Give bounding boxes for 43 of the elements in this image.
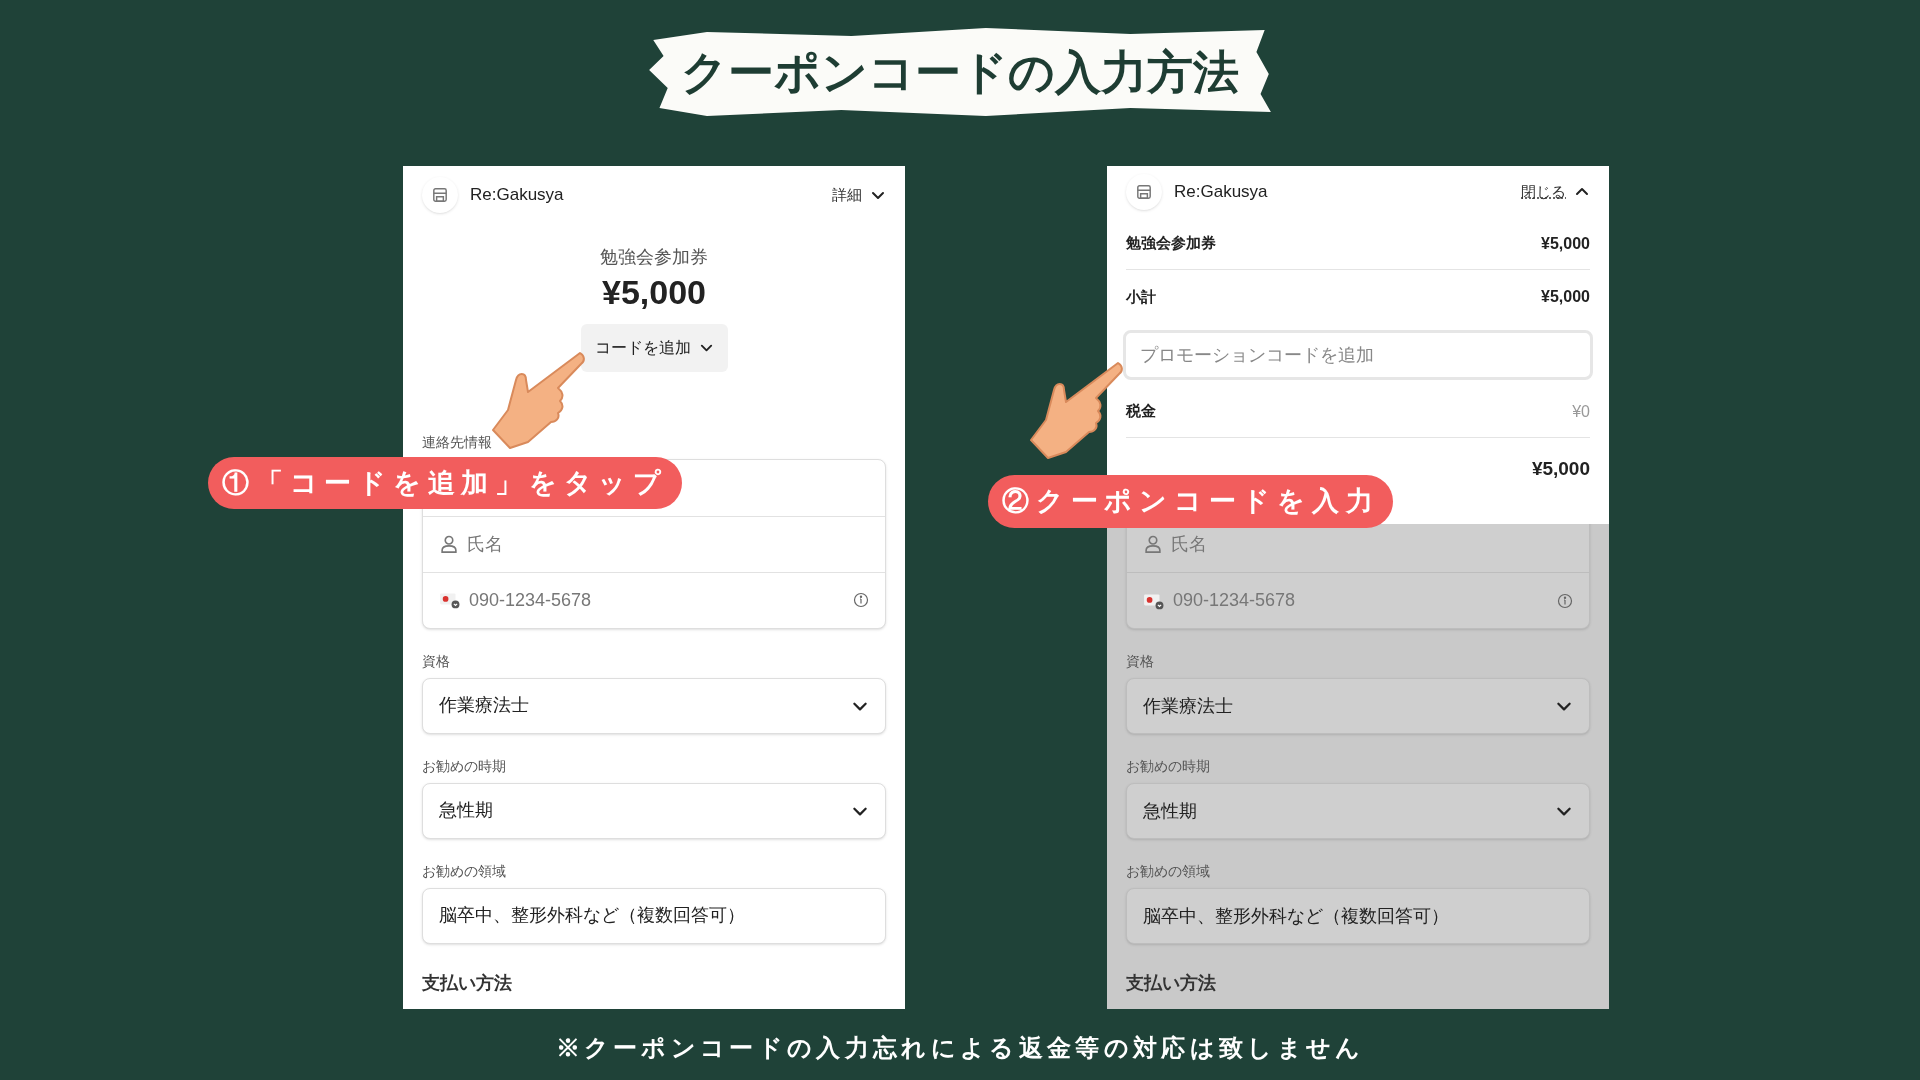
field-label: お勧めの領域 xyxy=(422,861,507,881)
summary-amount: ¥0 xyxy=(1572,401,1590,422)
promo-code-field[interactable]: プロモーションコードを追加 xyxy=(1123,330,1593,380)
summary-amount: ¥5,000 xyxy=(1541,287,1590,307)
info-icon xyxy=(1557,592,1573,609)
summary-amount: ¥5,000 xyxy=(1541,233,1590,254)
text-field[interactable]: 脳卒中、整形外科など（複数回答可） xyxy=(1126,888,1590,944)
select-field[interactable]: 作業療法士 xyxy=(422,677,886,734)
person-icon xyxy=(439,534,459,554)
step-callout: ②クーポンコードを入力 xyxy=(988,475,1394,528)
section-heading: 支払い方法 xyxy=(422,971,513,995)
details-link[interactable]: 詳細 xyxy=(832,183,886,207)
store-name: Re:Gakusya xyxy=(470,184,564,207)
price: ¥5,000 xyxy=(602,272,706,313)
summary-amount: ¥5,000 xyxy=(1531,456,1590,481)
phone-field[interactable]: 090-1234-5678 xyxy=(469,586,845,614)
store-icon xyxy=(1135,183,1153,201)
japan-flag-icon xyxy=(1143,591,1165,610)
select-field[interactable]: 急性期 xyxy=(1126,783,1590,839)
footnote: ※クーポンコードの入力忘れによる返金等の対応は致しません xyxy=(554,1033,1366,1063)
field-label: お勧めの時期 xyxy=(1126,757,1211,776)
person-icon xyxy=(1143,534,1163,554)
close-link[interactable]: 閉じる xyxy=(1521,180,1590,204)
field-label: お勧めの時期 xyxy=(422,756,507,776)
add-code-button[interactable]: コードを追加 xyxy=(580,323,728,372)
product-name: 勉強会参加券 xyxy=(600,246,708,269)
select-field[interactable]: 急性期 xyxy=(422,782,886,839)
summary-label: 小計 xyxy=(1126,286,1156,307)
info-icon xyxy=(853,592,869,608)
field-label: 資格 xyxy=(1126,652,1155,671)
step-callout: ①「コードを追加」をタップ xyxy=(208,457,682,509)
field-label: 資格 xyxy=(422,651,451,671)
summary-label: 税金 xyxy=(1126,401,1156,422)
field-label: お勧めの領域 xyxy=(1126,862,1211,881)
field-label: 連絡先情報 xyxy=(422,432,493,452)
name-field[interactable]: 氏名 xyxy=(467,530,503,558)
text-field[interactable]: 脳卒中、整形外科など（複数回答可） xyxy=(422,887,886,944)
japan-flag-icon xyxy=(439,591,461,609)
store-name: Re:Gakusya xyxy=(1174,181,1268,204)
summary-label: 勉強会参加券 xyxy=(1126,233,1216,254)
store-icon xyxy=(431,186,449,204)
select-field[interactable]: 作業療法士 xyxy=(1126,678,1590,734)
section-heading: 支払い方法 xyxy=(1126,972,1217,995)
